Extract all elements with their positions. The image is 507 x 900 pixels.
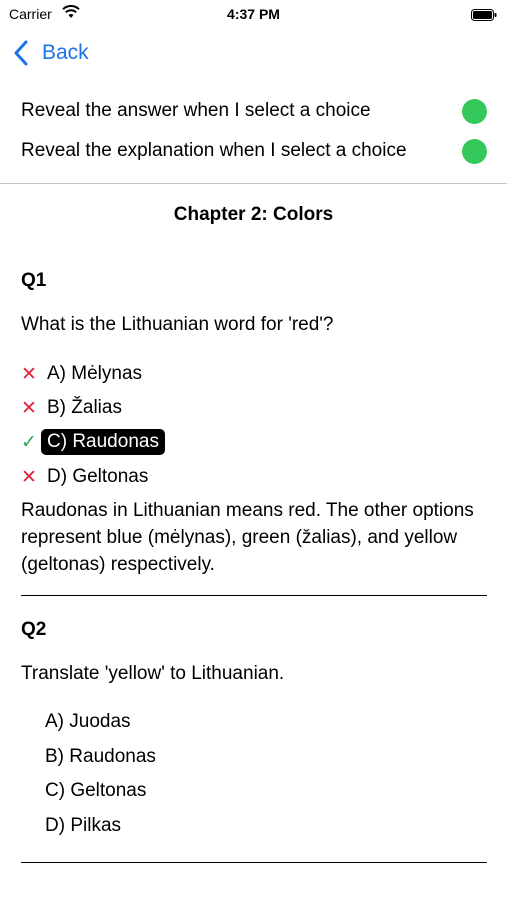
- explanation-text: Raudonas in Lithuanian means red. The ot…: [21, 500, 474, 575]
- status-bar: Carrier 4:37 PM: [0, 0, 507, 28]
- choice-item[interactable]: A) Juodas: [21, 707, 137, 737]
- reveal-explanation-label: Reveal the explanation when I select a c…: [21, 140, 407, 161]
- battery-icon: [471, 8, 497, 21]
- choice-item[interactable]: ✕ B) Žalias: [21, 393, 128, 423]
- back-button[interactable]: Back: [14, 38, 89, 68]
- back-label: Back: [42, 41, 89, 64]
- choice-item[interactable]: ✕ D) Geltonas: [21, 462, 154, 492]
- reveal-answer-row: Reveal the answer when I select a choice: [21, 97, 487, 125]
- choice-text: D) Pilkas: [45, 815, 122, 836]
- cross-icon: ✕: [21, 397, 37, 419]
- choice-item[interactable]: C) Geltonas: [21, 776, 152, 806]
- choice-text: A) Mėlynas: [47, 363, 143, 384]
- question-text: Translate 'yellow' to Lithuanian.: [21, 663, 285, 684]
- reveal-explanation-row: Reveal the explanation when I select a c…: [21, 137, 487, 165]
- question-text: What is the Lithuanian word for 'red'?: [21, 314, 334, 335]
- reveal-answer-toggle[interactable]: [462, 98, 487, 124]
- question-label: Q2: [21, 619, 47, 640]
- question-label: Q1: [21, 270, 47, 291]
- reveal-explanation-toggle[interactable]: [462, 138, 487, 164]
- choice-text: A) Juodas: [45, 711, 131, 732]
- choice-item[interactable]: D) Pilkas: [21, 811, 127, 841]
- question-divider: [21, 862, 487, 863]
- question-divider: [21, 595, 487, 596]
- choice-text: C) Geltonas: [45, 780, 147, 801]
- reveal-answer-label: Reveal the answer when I select a choice: [21, 100, 371, 121]
- chevron-left-icon: [14, 40, 32, 66]
- cross-icon: ✕: [21, 466, 37, 488]
- cross-icon: ✕: [21, 363, 37, 385]
- choice-text: D) Geltonas: [47, 466, 149, 487]
- header-divider: [0, 183, 507, 184]
- status-time: 4:37 PM: [227, 6, 280, 22]
- choice-text: B) Raudonas: [45, 746, 156, 767]
- choice-item-selected[interactable]: ✓ C) Raudonas: [21, 427, 165, 457]
- choice-text: B) Žalias: [47, 397, 122, 418]
- checkmark-icon: ✓: [21, 431, 37, 453]
- choice-item[interactable]: B) Raudonas: [21, 742, 162, 772]
- chapter-title: Chapter 2: Colors: [173, 204, 334, 225]
- choice-text: C) Raudonas: [41, 429, 165, 455]
- choice-item[interactable]: ✕ A) Mėlynas: [21, 359, 148, 389]
